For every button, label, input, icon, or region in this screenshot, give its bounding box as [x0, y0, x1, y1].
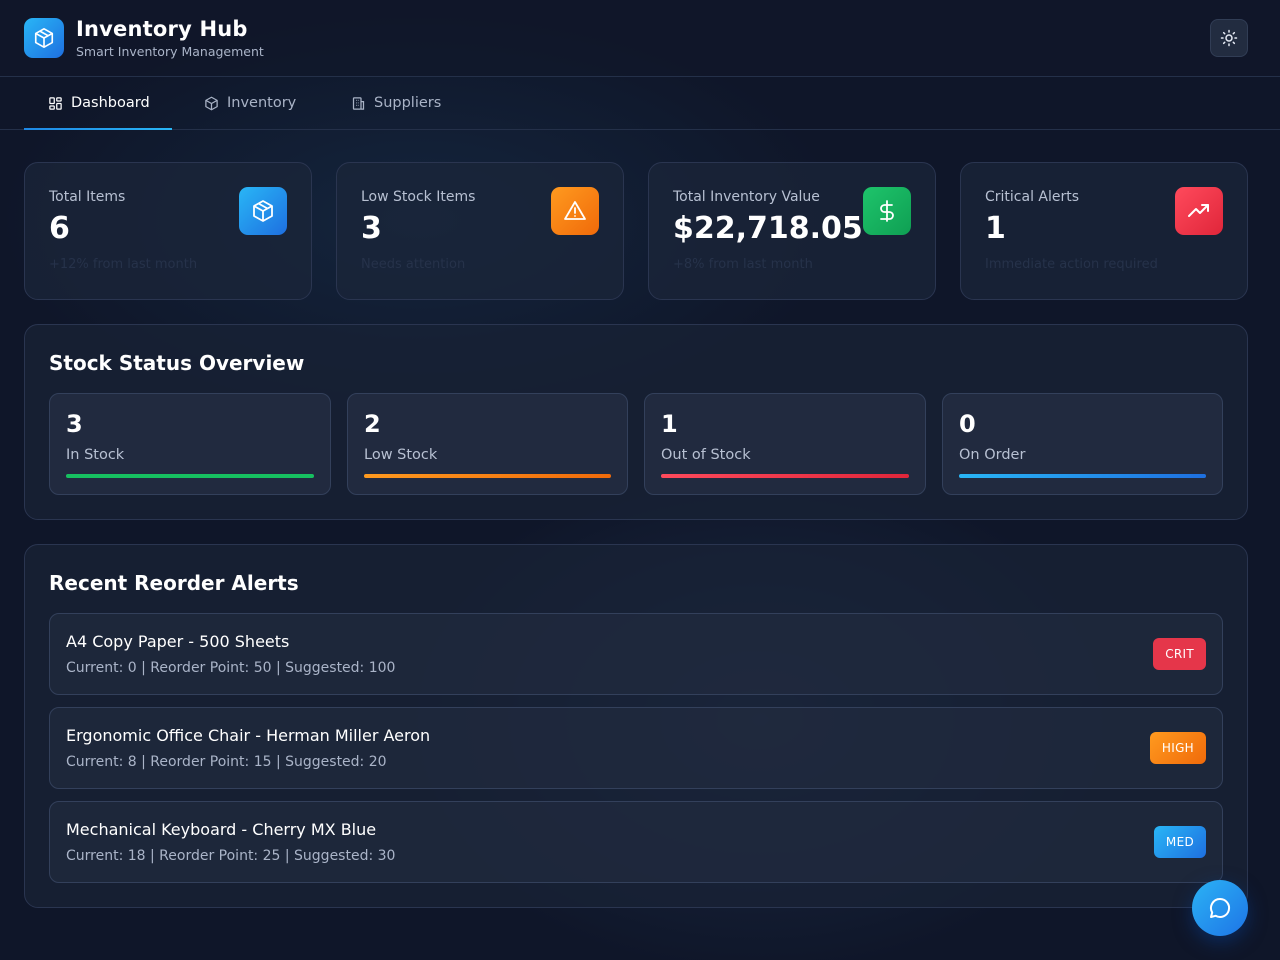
tab-inventory[interactable]: Inventory	[204, 77, 296, 129]
tab-label: Inventory	[227, 95, 297, 111]
alert-item-name: Ergonomic Office Chair - Herman Miller A…	[66, 726, 431, 745]
status-count: 2	[364, 410, 381, 438]
status-bar-fill	[661, 474, 909, 478]
cube-icon	[34, 28, 54, 48]
status-count: 3	[66, 410, 83, 438]
grid-icon	[48, 96, 63, 111]
alert-item-details: Current: 0 | Reorder Point: 50 | Suggest…	[66, 660, 396, 676]
stat-value: 1	[985, 211, 1006, 246]
panel-title: Recent Reorder Alerts	[49, 571, 299, 595]
stat-note: +8% from last month	[673, 257, 813, 272]
status-bar-fill	[66, 474, 314, 478]
tab-suppliers[interactable]: Suppliers	[351, 77, 441, 129]
status-bar	[364, 474, 611, 478]
app-logo	[24, 18, 64, 58]
stat-value: 6	[49, 211, 70, 246]
status-bar-fill	[959, 474, 1206, 478]
status-label: Out of Stock	[661, 447, 751, 463]
stat-note: Needs attention	[361, 257, 466, 272]
stat-icon-badge	[1175, 187, 1223, 235]
tab-label: Dashboard	[71, 95, 150, 111]
status-label: In Stock	[66, 447, 125, 463]
priority-badge: MED	[1153, 826, 1206, 858]
theme-toggle-button[interactable]	[1210, 19, 1248, 57]
chat-button[interactable]	[1192, 880, 1248, 936]
app-subtitle: Smart Inventory Management	[76, 44, 264, 59]
stat-value: 3	[361, 211, 382, 246]
status-card-in-stock: 3 In Stock	[49, 393, 331, 495]
stat-label: Total Items	[49, 189, 126, 205]
status-card-out-of-stock: 1 Out of Stock	[644, 393, 926, 495]
stat-note: Immediate action required	[985, 257, 1158, 272]
building-icon	[351, 96, 366, 111]
cube-icon	[253, 200, 273, 222]
stat-icon-badge	[239, 187, 287, 235]
stat-card-critical-alerts: Critical Alerts 1 Immediate action requi…	[960, 162, 1248, 300]
tab-dashboard[interactable]: Dashboard	[24, 77, 172, 130]
stat-note: +12% from last month	[49, 257, 198, 272]
stock-status-panel: Stock Status Overview 3 In Stock 2 Low S…	[24, 324, 1248, 520]
stat-label: Critical Alerts	[985, 189, 1080, 205]
status-count: 0	[959, 410, 976, 438]
stat-icon-badge	[863, 187, 911, 235]
alert-item-details: Current: 18 | Reorder Point: 25 | Sugges…	[66, 848, 396, 864]
app-title: Inventory Hub	[76, 17, 248, 41]
stat-label: Low Stock Items	[361, 189, 476, 205]
status-label: On Order	[959, 447, 1026, 463]
reorder-alert-row[interactable]: A4 Copy Paper - 500 Sheets Current: 0 | …	[49, 613, 1223, 695]
main-tabs: Dashboard Inventory Suppliers	[0, 77, 1280, 130]
priority-badge: HIGH	[1149, 732, 1206, 764]
stat-card-low-stock: Low Stock Items 3 Needs attention	[336, 162, 624, 300]
trending-up-icon	[1188, 204, 1209, 217]
stat-card-inventory-value: Total Inventory Value $22,718.05 +8% fro…	[648, 162, 936, 300]
status-label: Low Stock	[364, 447, 438, 463]
warning-icon	[564, 201, 586, 220]
status-bar	[959, 474, 1206, 478]
stat-icon-badge	[551, 187, 599, 235]
status-bar-fill	[364, 474, 611, 478]
chat-bubble-icon	[1210, 897, 1231, 918]
sun-icon	[1220, 29, 1238, 47]
alert-item-name: Mechanical Keyboard - Cherry MX Blue	[66, 820, 377, 839]
priority-badge: CRIT	[1153, 638, 1206, 670]
tab-label: Suppliers	[374, 95, 442, 111]
panel-title: Stock Status Overview	[49, 351, 305, 375]
status-bar	[661, 474, 909, 478]
stat-label: Total Inventory Value	[673, 189, 820, 205]
stat-card-total-items: Total Items 6 +12% from last month	[24, 162, 312, 300]
stat-value: $22,718.05	[673, 211, 863, 246]
status-card-on-order: 0 On Order	[942, 393, 1223, 495]
status-count: 1	[661, 410, 678, 438]
status-bar	[66, 474, 314, 478]
reorder-alerts-panel: Recent Reorder Alerts A4 Copy Paper - 50…	[24, 544, 1248, 908]
status-card-low-stock: 2 Low Stock	[347, 393, 628, 495]
reorder-alert-row[interactable]: Mechanical Keyboard - Cherry MX Blue Cur…	[49, 801, 1223, 883]
alert-item-details: Current: 8 | Reorder Point: 15 | Suggest…	[66, 754, 387, 770]
reorder-alert-row[interactable]: Ergonomic Office Chair - Herman Miller A…	[49, 707, 1223, 789]
cube-icon	[204, 96, 219, 111]
alert-item-name: A4 Copy Paper - 500 Sheets	[66, 632, 290, 651]
app-header: Inventory Hub Smart Inventory Management	[0, 0, 1280, 77]
dollar-icon	[880, 200, 894, 222]
